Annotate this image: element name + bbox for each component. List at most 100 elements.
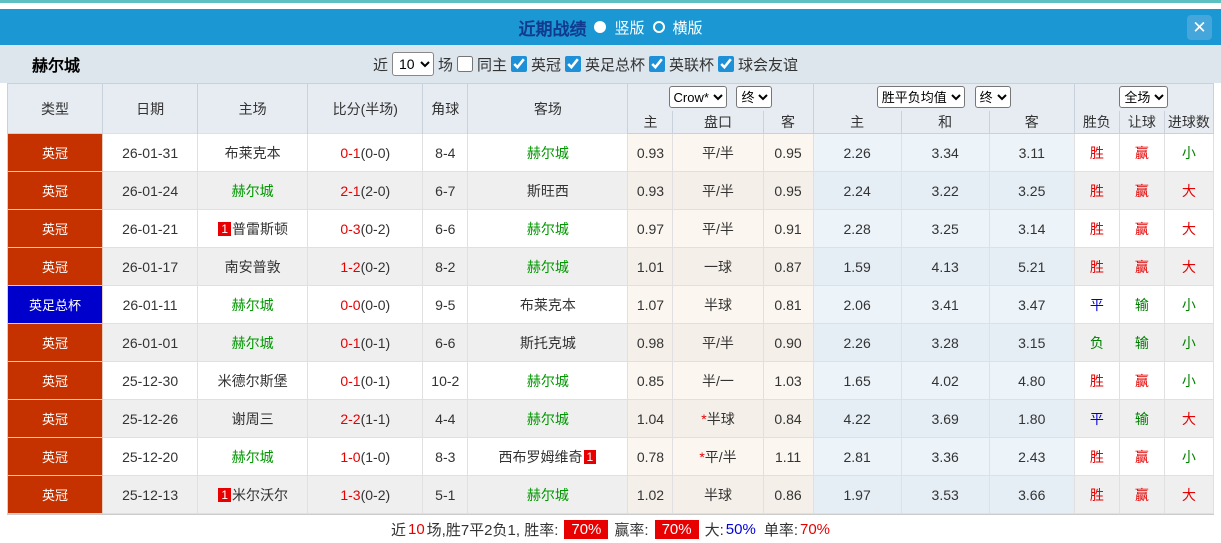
league-checkbox-2[interactable]	[649, 56, 665, 72]
handicap-away-odds: 0.90	[774, 335, 801, 351]
away-team-cell[interactable]: 西布罗姆维奇1	[468, 438, 628, 476]
close-icon[interactable]: ✕	[1187, 15, 1212, 40]
league-label-0[interactable]: 英冠	[531, 54, 561, 75]
handicap-line: 半球	[707, 411, 735, 427]
goals-text: 小	[1182, 449, 1196, 465]
away-team-cell[interactable]: 赫尔城	[468, 210, 628, 248]
league-name: 英冠	[42, 222, 68, 237]
home-team-cell[interactable]: 1米尔沃尔	[198, 476, 308, 514]
home-team-cell[interactable]: 南安普敦	[198, 248, 308, 286]
goals-text: 小	[1182, 297, 1196, 313]
odds-home: 2.24	[843, 183, 870, 199]
odds-draw-cell: 3.53	[901, 476, 989, 514]
away-team-cell[interactable]: 斯托克城	[468, 324, 628, 362]
handicap-away-odds-cell: 0.90	[763, 324, 813, 362]
handicap-away-odds: 0.84	[774, 411, 801, 427]
league-name: 英冠	[42, 412, 68, 427]
horizontal-layout-radio[interactable]	[653, 21, 665, 33]
odds-home-cell: 1.59	[813, 248, 901, 286]
handicap-away-odds-cell: 0.87	[763, 248, 813, 286]
match-date: 26-01-11	[123, 297, 178, 313]
same-home-label[interactable]: 同主	[477, 54, 507, 75]
odds-home: 4.22	[843, 411, 870, 427]
result-text: 平	[1090, 297, 1104, 313]
same-home-checkbox[interactable]	[457, 56, 473, 72]
odds-type-select[interactable]: 胜平负均值	[877, 86, 965, 108]
final-score: 2-2	[340, 411, 360, 427]
league-label-3[interactable]: 球会友谊	[738, 54, 798, 75]
home-team-name: 赫尔城	[232, 449, 274, 465]
away-team-name: 赫尔城	[527, 259, 569, 275]
match-date-cell: 25-12-30	[103, 362, 198, 400]
goals-text: 大	[1182, 487, 1196, 503]
home-team-cell[interactable]: 赫尔城	[198, 172, 308, 210]
handicap-home-odds: 0.98	[637, 335, 664, 351]
handicap-home-odds: 0.93	[637, 183, 664, 199]
vertical-layout-radio[interactable]	[594, 21, 606, 33]
half-time-score: (0-0)	[361, 297, 391, 313]
table-row: 英冠26-01-31布莱克本0-1(0-0)8-4赫尔城0.93平/半0.952…	[8, 134, 1214, 172]
corner-cell: 6-7	[423, 172, 468, 210]
odds-home-cell: 1.97	[813, 476, 901, 514]
handicap-home-odds-cell: 0.98	[628, 324, 673, 362]
handicap-line: 半球	[704, 487, 732, 503]
odds-draw: 4.13	[932, 259, 959, 275]
home-team-cell[interactable]: 赫尔城	[198, 438, 308, 476]
final-score: 0-0	[340, 297, 360, 313]
handicap-home-odds-cell: 1.07	[628, 286, 673, 324]
league-label-2[interactable]: 英联杯	[669, 54, 714, 75]
vertical-layout-label[interactable]: 竖版	[614, 17, 644, 38]
league-checkbox-1[interactable]	[565, 56, 581, 72]
home-team-cell[interactable]: 谢周三	[198, 400, 308, 438]
away-team-cell[interactable]: 赫尔城	[468, 134, 628, 172]
corner-cell: 8-4	[423, 134, 468, 172]
score-cell: 2-1(2-0)	[308, 172, 423, 210]
handicap-result-cell: 输	[1119, 400, 1164, 438]
match-date: 25-12-26	[122, 411, 178, 427]
odds-draw: 3.34	[932, 145, 959, 161]
away-team-cell[interactable]: 布莱克本	[468, 286, 628, 324]
odds-draw-cell: 3.28	[901, 324, 989, 362]
corner-score: 9-5	[435, 297, 455, 313]
league-label-1[interactable]: 英足总杯	[585, 54, 645, 75]
score-cell: 0-0(0-0)	[308, 286, 423, 324]
away-team-cell[interactable]: 赫尔城	[468, 248, 628, 286]
home-team-cell[interactable]: 米德尔斯堡	[198, 362, 308, 400]
match-date: 25-12-13	[122, 487, 178, 503]
handicap-rate-badge: 70%	[655, 520, 699, 539]
league-checkbox-3[interactable]	[718, 56, 734, 72]
match-count-select[interactable]: 10	[392, 52, 434, 76]
bookmaker-select[interactable]: Crow*	[669, 86, 727, 108]
horizontal-layout-label[interactable]: 横版	[673, 17, 703, 38]
col-hcp-away: 客	[763, 111, 813, 134]
home-team-cell[interactable]: 赫尔城	[198, 286, 308, 324]
handicap-line-cell: 一球	[673, 248, 763, 286]
half-time-score: (0-2)	[361, 259, 391, 275]
col-odds-home: 主	[813, 111, 901, 134]
handicap-line-cell: 平/半	[673, 172, 763, 210]
handicap-line-cell: 半/一	[673, 362, 763, 400]
result-cell: 胜	[1074, 134, 1119, 172]
away-team-cell[interactable]: 赫尔城	[468, 362, 628, 400]
handicap-rate-label: 赢率:	[614, 519, 648, 540]
score-cell: 1-2(0-2)	[308, 248, 423, 286]
away-team-cell[interactable]: 赫尔城	[468, 476, 628, 514]
odds-home: 2.06	[843, 297, 870, 313]
odds-home-cell: 2.26	[813, 324, 901, 362]
result-text: 胜	[1090, 449, 1104, 465]
scope-select[interactable]: 全场	[1119, 86, 1168, 108]
handicap-time-select[interactable]: 终	[736, 86, 772, 108]
away-team-cell[interactable]: 赫尔城	[468, 400, 628, 438]
handicap-home-odds-cell: 1.01	[628, 248, 673, 286]
rank-badge: 1	[218, 488, 231, 502]
home-team-cell[interactable]: 1普雷斯顿	[198, 210, 308, 248]
odds-away: 3.15	[1018, 335, 1045, 351]
away-team-name: 赫尔城	[527, 487, 569, 503]
home-team-cell[interactable]: 赫尔城	[198, 324, 308, 362]
league-checkbox-0[interactable]	[511, 56, 527, 72]
away-team-cell[interactable]: 斯旺西	[468, 172, 628, 210]
odds-time-select[interactable]: 终	[975, 86, 1011, 108]
goals-text: 大	[1182, 221, 1196, 237]
odds-home: 1.59	[843, 259, 870, 275]
home-team-cell[interactable]: 布莱克本	[198, 134, 308, 172]
